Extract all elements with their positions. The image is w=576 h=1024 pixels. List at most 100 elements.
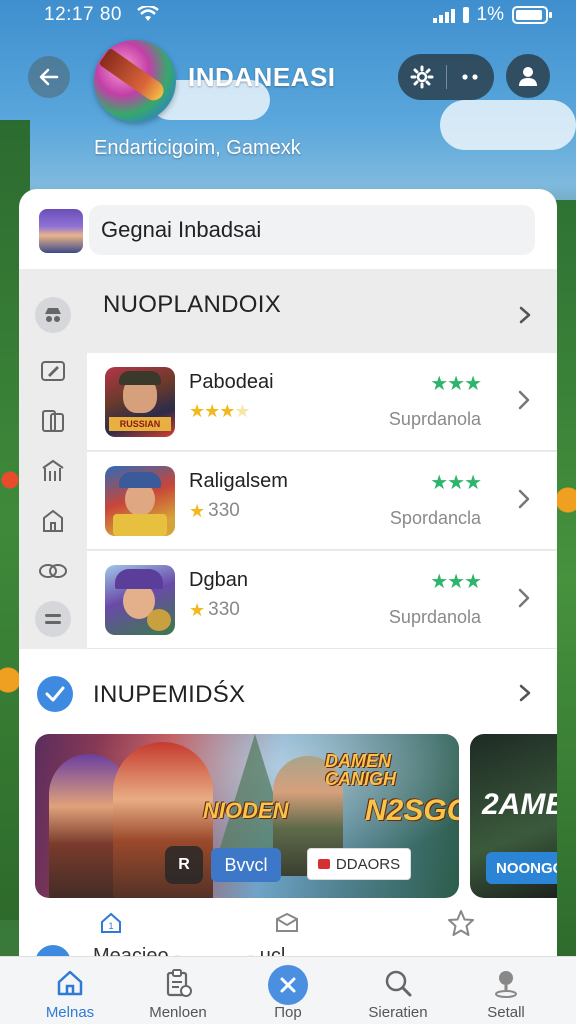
- link-icon: [39, 564, 67, 578]
- status-time: 12:17 80: [44, 4, 122, 25]
- rail-item-profile[interactable]: [35, 297, 71, 333]
- banner-secondary-button[interactable]: DDAORS: [307, 848, 411, 880]
- building-icon: [43, 509, 63, 532]
- green-stars-icon: ★★★: [430, 472, 482, 494]
- main-card: NUOPLANDOIX RUSSIAN Pabodeai ★★★★ ★★★ Su…: [19, 189, 557, 1024]
- person-pin-icon: [490, 967, 522, 999]
- rail-item-store[interactable]: [37, 455, 69, 487]
- rail-item-edit[interactable]: [37, 355, 69, 387]
- clipboard-icon: [162, 967, 194, 999]
- rail-item-menu[interactable]: [35, 601, 71, 637]
- chevron-right-icon: [518, 390, 530, 410]
- search-icon: [382, 967, 414, 999]
- image-edit-icon: [41, 361, 65, 381]
- chevron-right-icon: [518, 489, 530, 509]
- gear-icon: [410, 65, 434, 89]
- chevron-right-icon[interactable]: [515, 683, 535, 703]
- back-button[interactable]: [28, 56, 70, 98]
- mail-icon: [276, 912, 298, 932]
- game-rating: ★ 330: [189, 599, 240, 620]
- banner-badge[interactable]: R: [165, 846, 203, 884]
- game-rating: ★★★★: [189, 401, 254, 422]
- user-icon: [519, 67, 537, 86]
- nav-item-menu[interactable]: Menloen: [128, 957, 228, 1024]
- game-category: Spordancla: [389, 508, 481, 528]
- signal-icon: [432, 7, 455, 23]
- close-icon: [268, 965, 308, 1005]
- star-icon: ★: [189, 500, 205, 521]
- section-title-1[interactable]: NUOPLANDOIX: [103, 291, 281, 319]
- green-stars-icon: ★★★: [430, 373, 482, 395]
- game-thumbnail: [105, 466, 175, 536]
- game-row[interactable]: RUSSIAN Pabodeai ★★★★ ★★★ Suprdanola: [87, 353, 557, 451]
- background-foliage: [554, 200, 576, 960]
- game-thumbnail: [105, 565, 175, 635]
- game-category: Suprdanola: [388, 607, 481, 627]
- banner-side-button[interactable]: NOONGG: [486, 852, 557, 884]
- equals-icon: [45, 614, 61, 624]
- background-cloud: [440, 100, 576, 150]
- arrow-left-icon: [39, 68, 59, 86]
- nav-label: Пор: [274, 1004, 302, 1021]
- star-outline-icon: [448, 910, 474, 936]
- store-icon: [42, 459, 64, 481]
- chevron-right-icon: [518, 588, 530, 608]
- bottom-navigation: Melnas Menloen Пор Sieratien Setall: [0, 956, 576, 1024]
- battery-icon: [512, 6, 552, 24]
- banner-text: N2SGO: [365, 794, 459, 827]
- home-icon: [54, 967, 86, 999]
- nav-label: Sieratien: [368, 1004, 428, 1021]
- more-button[interactable]: [447, 54, 495, 100]
- home-badge-icon: 1: [101, 912, 121, 933]
- green-stars-icon: ★★★: [430, 571, 482, 593]
- status-bar: 12:17 80 1%: [0, 0, 576, 30]
- game-name: Dgban: [189, 569, 248, 591]
- game-category: Suprdanola: [388, 409, 481, 429]
- banner-primary-button[interactable]: Bvvcl: [211, 848, 281, 882]
- chevron-right-icon[interactable]: [515, 305, 535, 325]
- search-row: [19, 189, 557, 269]
- profile-button[interactable]: [506, 54, 550, 98]
- nav-item-center[interactable]: Пор: [238, 957, 338, 1024]
- nav-label: Menloen: [149, 1004, 207, 1021]
- check-circle-icon: [37, 676, 73, 712]
- banner-text: NIODEN: [203, 798, 289, 823]
- nav-label: Melnas: [45, 1004, 95, 1021]
- side-rail: [19, 269, 87, 649]
- user-avatar[interactable]: [39, 209, 83, 253]
- app-title: INDANEASI: [188, 62, 336, 92]
- battery-percentage: 1%: [476, 4, 504, 25]
- flag-icon: [317, 859, 330, 869]
- app-subtitle: Endarticigoim, Gamexk: [94, 137, 301, 159]
- game-row[interactable]: Raligalsem ★ 330 ★★★ Spordancla: [87, 452, 557, 550]
- featured-banner[interactable]: NIODEN DAMEN CANIGH N2SGO R Bvvcl DDAORS: [35, 734, 459, 898]
- nav-item-search[interactable]: Sieratien: [348, 957, 448, 1024]
- nav-label: Setall: [487, 1004, 525, 1021]
- featured-banner-secondary[interactable]: 2AME NOONGG: [470, 734, 557, 898]
- star-rating-icon: ★★★★: [189, 401, 251, 421]
- rail-item-link[interactable]: [37, 555, 69, 587]
- sub-tab-home[interactable]: 1: [97, 909, 125, 937]
- more-dots-icon: [462, 74, 478, 80]
- sub-tab-favorites[interactable]: [447, 909, 475, 937]
- nav-item-home[interactable]: Melnas: [20, 957, 120, 1024]
- rail-item-home[interactable]: [37, 505, 69, 537]
- sub-tab-row: 1: [19, 905, 557, 945]
- search-input[interactable]: [89, 205, 535, 255]
- sub-tab-mail[interactable]: [273, 909, 301, 937]
- nav-item-settings[interactable]: Setall: [456, 957, 556, 1024]
- game-name: Pabodeai: [189, 371, 274, 393]
- rail-item-cards[interactable]: [37, 405, 69, 437]
- battery-saver-icon: [462, 7, 469, 23]
- game-name: Raligalsem: [189, 470, 288, 492]
- banner-text: DAMEN CANIGH: [325, 751, 396, 789]
- star-icon: ★: [189, 599, 205, 620]
- spy-icon: [45, 308, 61, 322]
- cards-icon: [42, 410, 64, 432]
- header-actions: [398, 54, 494, 100]
- game-row[interactable]: Dgban ★ 330 ★★★ Suprdanola: [87, 551, 557, 649]
- settings-button[interactable]: [398, 54, 446, 100]
- section-title-2[interactable]: INUPEMIDŚX: [93, 681, 245, 709]
- svg-text:1: 1: [108, 921, 113, 931]
- banner-side-title: 2AME: [482, 788, 557, 821]
